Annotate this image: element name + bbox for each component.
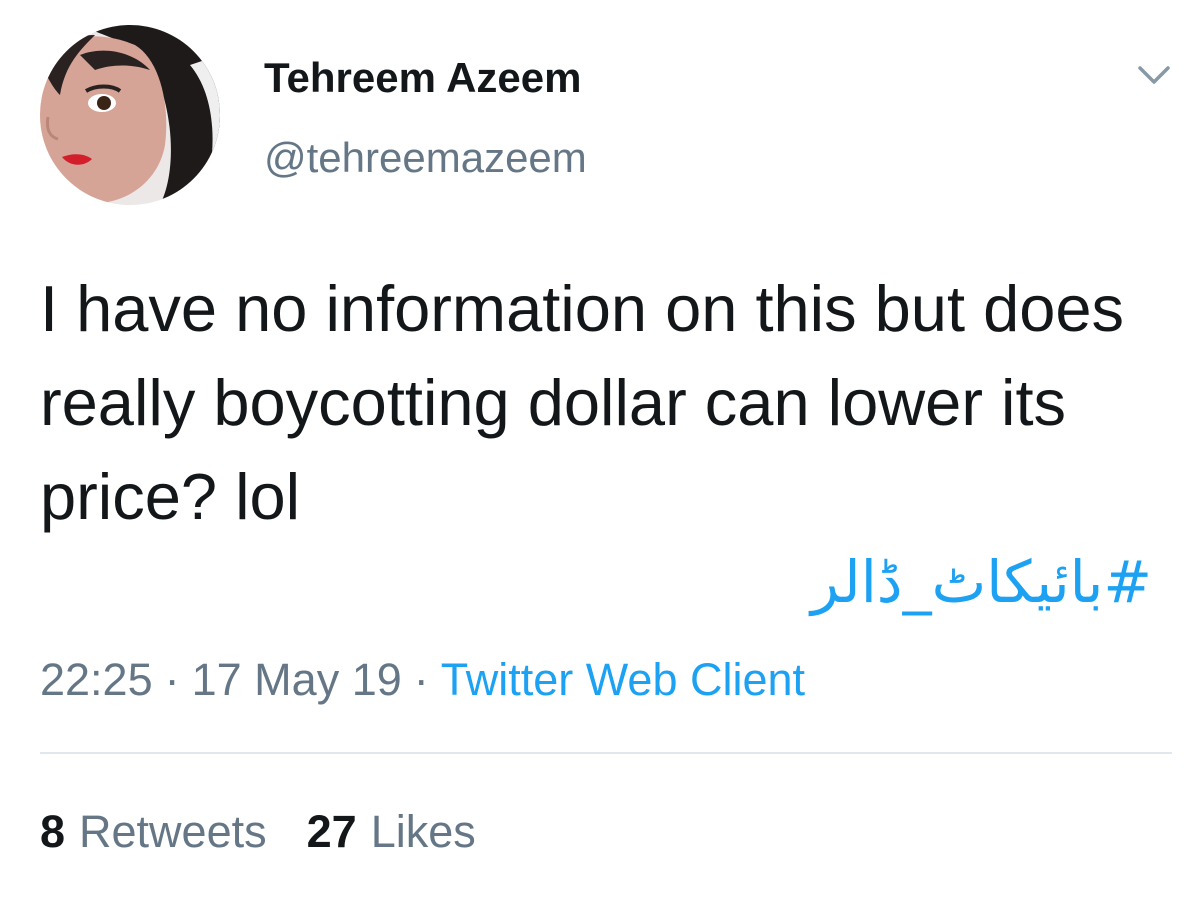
chevron-down-icon[interactable]: [1134, 58, 1174, 90]
tweet-meta: 22:25 · 17 May 19 · Twitter Web Client: [40, 654, 805, 706]
meta-separator: ·: [164, 654, 180, 705]
avatar[interactable]: [40, 25, 220, 205]
retweets-count: 8: [40, 806, 66, 857]
hashtag-link[interactable]: #بائیکاٹ_ڈالر: [811, 548, 1152, 616]
client-link[interactable]: Twitter Web Client: [441, 654, 805, 705]
tweet-card: Tehreem Azeem @tehreemazeem I have no in…: [0, 0, 1200, 900]
retweets-label: Retweets: [79, 806, 267, 857]
tweet-date[interactable]: 17 May 19: [192, 654, 402, 705]
tweet-text: I have no information on this but does r…: [40, 272, 1125, 533]
divider: [40, 752, 1172, 754]
likes-stat[interactable]: 27 Likes: [307, 806, 476, 857]
tweet-stats: 8 Retweets 27 Likes: [40, 806, 476, 858]
retweets-stat[interactable]: 8 Retweets: [40, 806, 267, 857]
avatar-photo: [40, 25, 220, 205]
likes-label: Likes: [370, 806, 476, 857]
author-handle[interactable]: @tehreemazeem: [264, 134, 587, 182]
likes-count: 27: [306, 806, 357, 857]
tweet-time[interactable]: 22:25: [40, 654, 153, 705]
author-name[interactable]: Tehreem Azeem: [264, 54, 581, 102]
meta-separator: ·: [413, 654, 429, 705]
